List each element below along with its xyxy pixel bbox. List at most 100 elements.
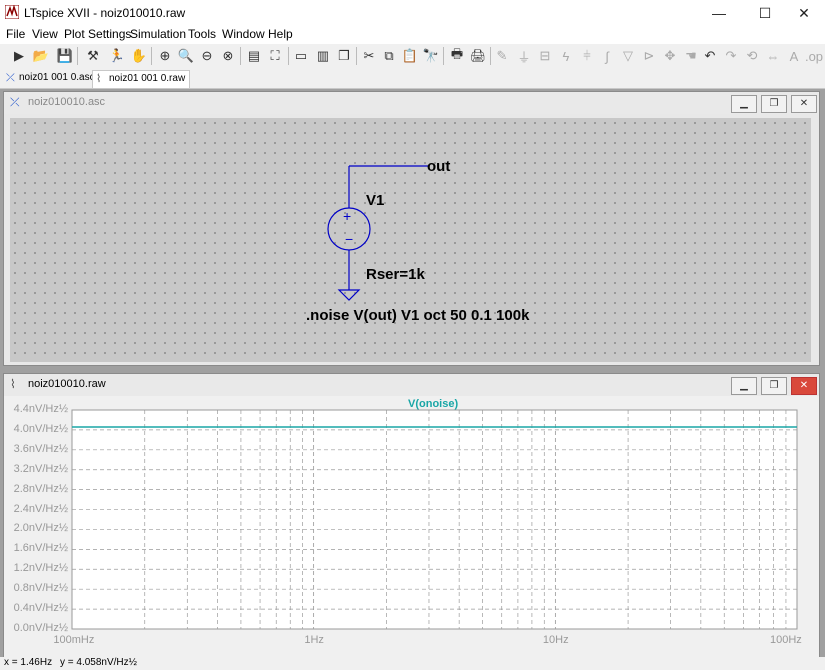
waveform-window-title: noiz010010.raw	[28, 378, 106, 390]
draw-wire-icon[interactable]: ✎	[492, 46, 512, 66]
find-icon[interactable]: 🔭	[421, 46, 441, 66]
toolbar: ▶ 📂 💾 ⚒ 🏃 ✋ ⊕ 🔍 ⊖ ⊗ ▤ ⛶ ▭ ▥ ❐ ✂ ⧉ 📋 🔭 🖶 …	[0, 44, 825, 68]
text-icon[interactable]: A	[784, 46, 804, 66]
minimize-button[interactable]: —	[696, 0, 742, 26]
close-button[interactable]: ✕	[781, 0, 825, 26]
menu-plot-settings[interactable]: Plot Settings	[64, 27, 131, 41]
plot-frame	[71, 409, 798, 630]
waveform-file-icon: ⌇	[10, 377, 16, 391]
spice-directive-icon[interactable]: .op	[804, 46, 824, 66]
waveform-close-button[interactable]: ✕	[791, 377, 817, 395]
halt-hand-icon[interactable]: ✋	[129, 46, 149, 66]
cut-icon[interactable]: ✂	[359, 46, 379, 66]
x-tick-label: 10Hz	[542, 634, 569, 646]
ground-icon[interactable]: ⏚	[514, 46, 534, 66]
menu-help[interactable]: Help	[268, 27, 293, 41]
rotate-icon[interactable]: ⟲	[742, 46, 762, 66]
source-param-label[interactable]: Rser=1k	[366, 266, 425, 283]
tile-horizontal-icon[interactable]: ▭	[291, 46, 311, 66]
schematic-drawing: + −	[327, 165, 428, 301]
x-tick-label: 100mHz	[53, 634, 95, 646]
ltspice-logo-icon	[5, 5, 19, 19]
menu-tools[interactable]: Tools	[188, 27, 216, 41]
mdi-workspace: ⤫ noiz010010.asc ▁ ❐ ✕ + − out V1 Rser=1…	[0, 89, 825, 659]
schematic-window: ⤫ noiz010010.asc ▁ ❐ ✕ + − out V1 Rser=1…	[3, 91, 820, 366]
net-label-out[interactable]: out	[427, 158, 450, 175]
capacitor-icon[interactable]: ⫩	[577, 46, 597, 66]
tab-waveform[interactable]: ⌇ noiz01 001 0.raw	[92, 70, 191, 88]
title-bar: LTspice XVII - noiz010010.raw — ☐ ✕	[0, 0, 825, 26]
zoom-out-icon[interactable]: ⊖	[197, 46, 217, 66]
spice-directive-text[interactable]: .noise V(out) V1 oct 50 0.1 100k	[306, 307, 529, 324]
schematic-window-titlebar[interactable]: ⤫ noiz010010.asc ▁ ❐ ✕	[4, 92, 819, 114]
waveform-maximize-button[interactable]: ❐	[761, 377, 787, 395]
y-tick-label: 2.0nV/Hz½	[13, 522, 68, 535]
source-name-label[interactable]: V1	[366, 192, 384, 209]
y-tick-label: 3.6nV/Hz½	[13, 442, 68, 455]
window-title: LTspice XVII - noiz010010.raw	[24, 6, 186, 20]
document-tabs: ⤫ noiz01 001 0.asc ⌇ noiz01 001 0.raw	[0, 68, 825, 89]
schematic-maximize-button[interactable]: ❐	[761, 95, 787, 113]
tab-label: noiz01 001 0.asc	[19, 72, 95, 83]
move-icon[interactable]: ✥	[660, 46, 680, 66]
tab-label: noiz01 001 0.raw	[109, 73, 186, 84]
plot-pane[interactable]: V(onoise) 4.4nV/Hz½ 4.0nV/Hz½ 3.6nV/Hz½ 3.2…	[4, 396, 819, 658]
menu-window[interactable]: Window	[222, 27, 265, 41]
drag-icon[interactable]: ☚	[681, 46, 701, 66]
waveform-minimize-button[interactable]: ▁	[731, 377, 757, 395]
schematic-file-icon: ⤫	[6, 72, 15, 84]
paste-icon[interactable]: 📋	[400, 46, 420, 66]
y-tick-label: 4.4nV/Hz½	[13, 403, 68, 415]
autorange-icon[interactable]: ▤	[244, 46, 264, 66]
tile-vertical-icon[interactable]: ▥	[313, 46, 333, 66]
open-folder-icon[interactable]: 📂	[31, 46, 51, 66]
mirror-icon[interactable]: ⇔	[763, 46, 783, 66]
zoom-fit-icon[interactable]: ⊗	[218, 46, 238, 66]
copy-icon[interactable]: ⧉	[379, 46, 399, 66]
x-tick-label: 1Hz	[304, 634, 324, 646]
menu-file[interactable]: File	[6, 27, 25, 41]
mark-icon[interactable]: ⛶	[265, 46, 285, 66]
run-icon[interactable]: 🏃	[107, 46, 127, 66]
control-panel-icon[interactable]: ⚒	[83, 46, 103, 66]
schematic-minimize-button[interactable]: ▁	[731, 95, 757, 113]
menu-view[interactable]: View	[32, 27, 58, 41]
print-icon[interactable]: 🖶	[447, 46, 467, 66]
ground-symbol[interactable]	[337, 289, 361, 301]
zoom-area-icon[interactable]: ⊕	[155, 46, 175, 66]
minus-sign: −	[345, 231, 353, 247]
menu-bar: File View Plot Settings Simulation Tools…	[0, 26, 825, 44]
menu-simulation[interactable]: Simulation	[130, 27, 186, 41]
diode-icon[interactable]: ▽	[618, 46, 638, 66]
new-schematic-icon[interactable]: ▶	[9, 46, 29, 66]
zoom-in-icon[interactable]: 🔍	[176, 46, 196, 66]
inductor-icon[interactable]: ∫	[597, 46, 617, 66]
y-tick-label: 0.0nV/Hz½	[13, 622, 68, 634]
y-tick-label: 0.8nV/Hz½	[13, 582, 68, 595]
y-tick-label: 2.8nV/Hz½	[13, 482, 68, 495]
waveform-window: ⌇ noiz010010.raw ▁ ❐ ✕ V(onoise) 4.4nV/H…	[3, 373, 820, 659]
schematic-canvas[interactable]: + − out V1 Rser=1k .noise V(out) V1 oct …	[10, 118, 811, 362]
y-tick-label: 2.4nV/Hz½	[13, 502, 68, 515]
status-y-readout: y = 4.058nV/Hz½	[60, 657, 137, 668]
cascade-icon[interactable]: ❐	[334, 46, 354, 66]
label-net-icon[interactable]: ⊟	[535, 46, 555, 66]
waveform-window-titlebar[interactable]: ⌇ noiz010010.raw ▁ ❐ ✕	[4, 374, 819, 396]
x-tick-label: 100Hz	[770, 634, 802, 646]
print-setup-icon[interactable]: 🖨	[468, 46, 488, 66]
redo-icon[interactable]: ↷	[721, 46, 741, 66]
plot-graph[interactable]	[4, 396, 817, 658]
schematic-close-button[interactable]: ✕	[791, 95, 817, 113]
save-icon[interactable]: 💾	[55, 46, 75, 66]
y-tick-label: 4.0nV/Hz½	[13, 422, 68, 435]
status-x-readout: x = 1.46Hz	[4, 657, 53, 668]
y-tick-label: 3.2nV/Hz½	[13, 462, 68, 475]
undo-icon[interactable]: ↶	[700, 46, 720, 66]
tab-schematic[interactable]: ⤫ noiz01 001 0.asc	[3, 70, 99, 87]
plus-sign: +	[343, 208, 351, 224]
schematic-file-icon: ⤫	[10, 95, 20, 109]
resistor-icon[interactable]: ϟ	[556, 46, 576, 66]
waveform-file-icon: ⌇	[96, 73, 102, 85]
component-icon[interactable]: ⊳	[639, 46, 659, 66]
status-bar: x = 1.46Hz y = 4.058nV/Hz½	[0, 657, 825, 670]
